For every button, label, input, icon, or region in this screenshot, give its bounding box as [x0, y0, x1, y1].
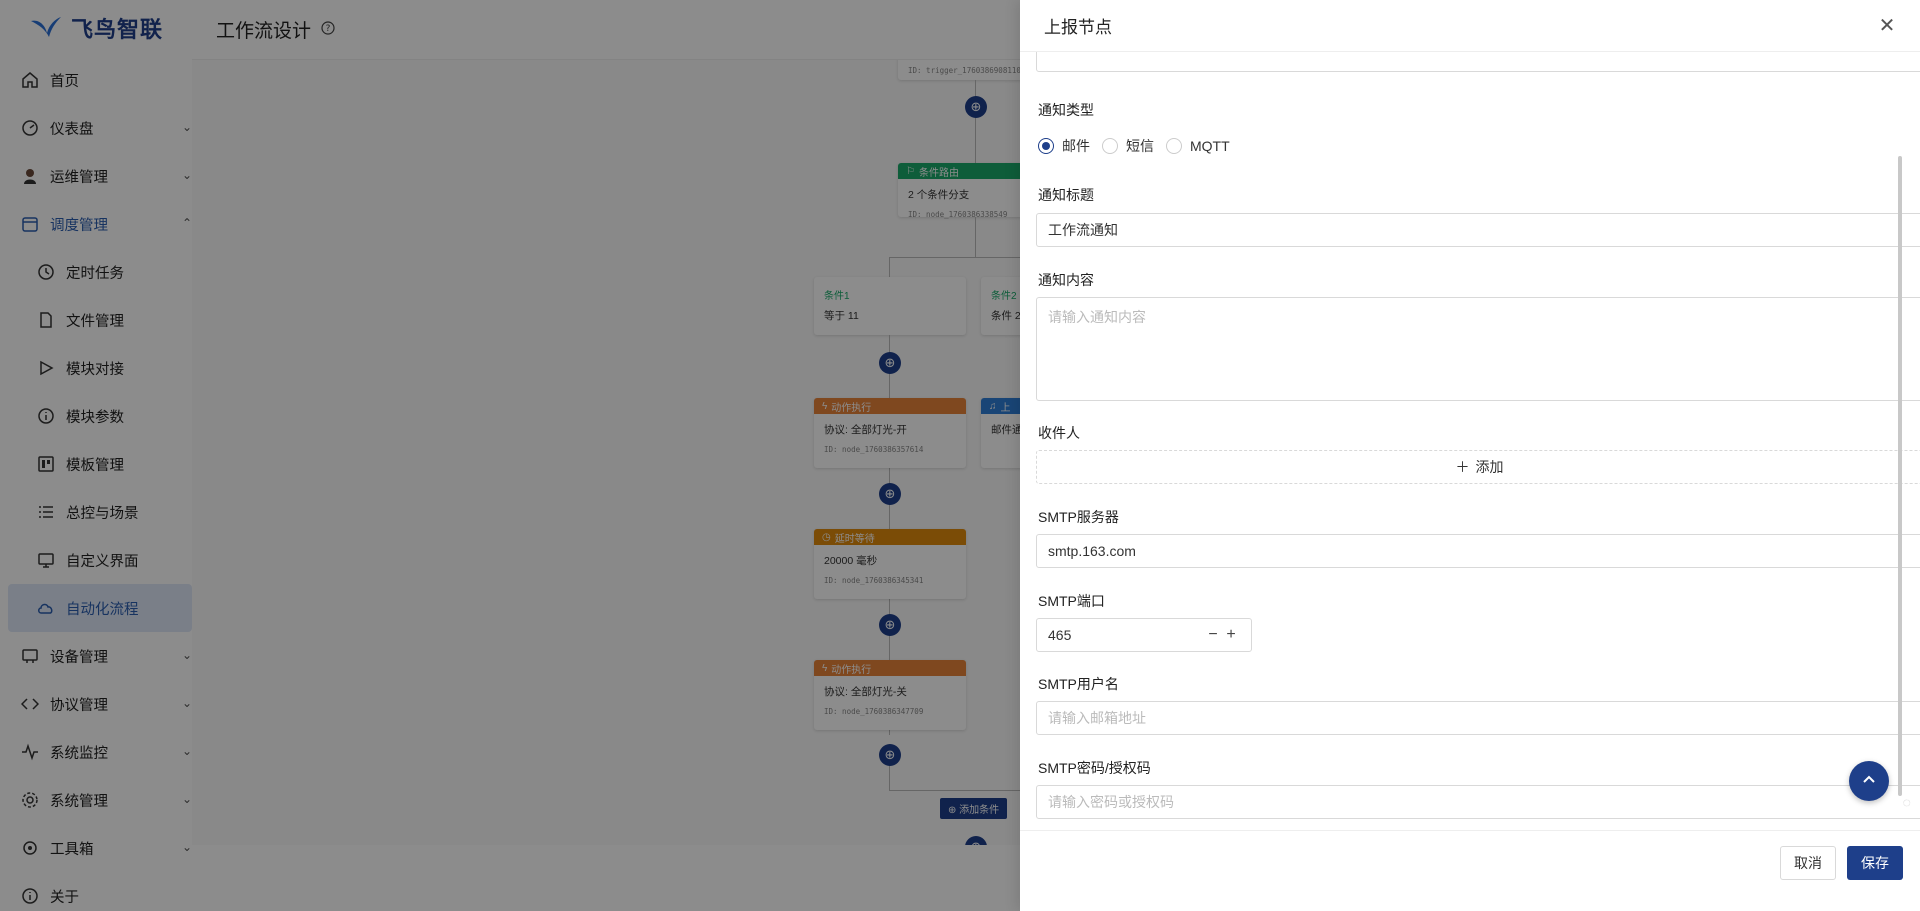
smtp-pass-input[interactable]: 请输入密码或授权码 ◌: [1036, 785, 1920, 819]
radio-indicator[interactable]: [1038, 138, 1054, 154]
radio-sms[interactable]: 短信: [1102, 136, 1154, 156]
smtp-pass-label: SMTP密码/授权码: [1038, 760, 1151, 776]
plus-icon: ＋: [1455, 459, 1470, 475]
smtp-server-input[interactable]: smtp.163.com: [1036, 534, 1920, 568]
modal-overlay[interactable]: [0, 0, 1020, 911]
radio-mqtt[interactable]: MQTT: [1166, 138, 1230, 154]
cancel-button[interactable]: 取消: [1780, 846, 1836, 880]
smtp-server-label: SMTP服务器: [1038, 509, 1119, 525]
drawer-body[interactable]: 通知类型 邮件 短信 MQTT 通知标题 工作流通知 通知内容 请输入通知内容 …: [1020, 52, 1920, 830]
report-node-drawer: 上报节点 ✕ 通知类型 邮件 短信 MQTT 通知标题 工作流通知 通知内容 请…: [1020, 0, 1920, 911]
minus-icon[interactable]: −: [1204, 626, 1222, 644]
drawer-header: 上报节点 ✕: [1020, 0, 1920, 52]
add-recipient-button[interactable]: ＋添加: [1036, 450, 1920, 484]
save-button[interactable]: 保存: [1847, 846, 1903, 880]
chevron-up-icon: [1862, 773, 1876, 790]
close-icon[interactable]: ✕: [1876, 14, 1898, 37]
notify-type-label: 通知类型: [1038, 102, 1094, 118]
cropped-field[interactable]: [1036, 52, 1920, 72]
smtp-user-input[interactable]: 请输入邮箱地址: [1036, 701, 1920, 735]
radio-email[interactable]: 邮件: [1038, 136, 1090, 156]
smtp-port-stepper[interactable]: 465 − +: [1036, 618, 1252, 652]
notify-title-input[interactable]: 工作流通知: [1036, 213, 1920, 247]
drawer-title: 上报节点: [1044, 18, 1112, 37]
drawer-footer: 取消 保存: [1020, 830, 1920, 911]
smtp-port-label: SMTP端口: [1038, 593, 1105, 609]
smtp-user-label: SMTP用户名: [1038, 676, 1119, 692]
smtp-port-value[interactable]: 465: [1048, 627, 1204, 643]
radio-indicator[interactable]: [1102, 138, 1118, 154]
notify-type-radio-group: 邮件 短信 MQTT: [1038, 136, 1234, 156]
eye-icon[interactable]: ◌: [1903, 794, 1911, 810]
plus-icon[interactable]: +: [1222, 626, 1240, 644]
notify-content-label: 通知内容: [1038, 272, 1094, 288]
notify-content-textarea[interactable]: 请输入通知内容: [1036, 297, 1920, 401]
back-to-top-button[interactable]: [1849, 761, 1889, 801]
notify-title-label: 通知标题: [1038, 187, 1094, 203]
recipients-label: 收件人: [1038, 425, 1080, 441]
radio-indicator[interactable]: [1166, 138, 1182, 154]
scrollbar[interactable]: [1898, 156, 1902, 796]
